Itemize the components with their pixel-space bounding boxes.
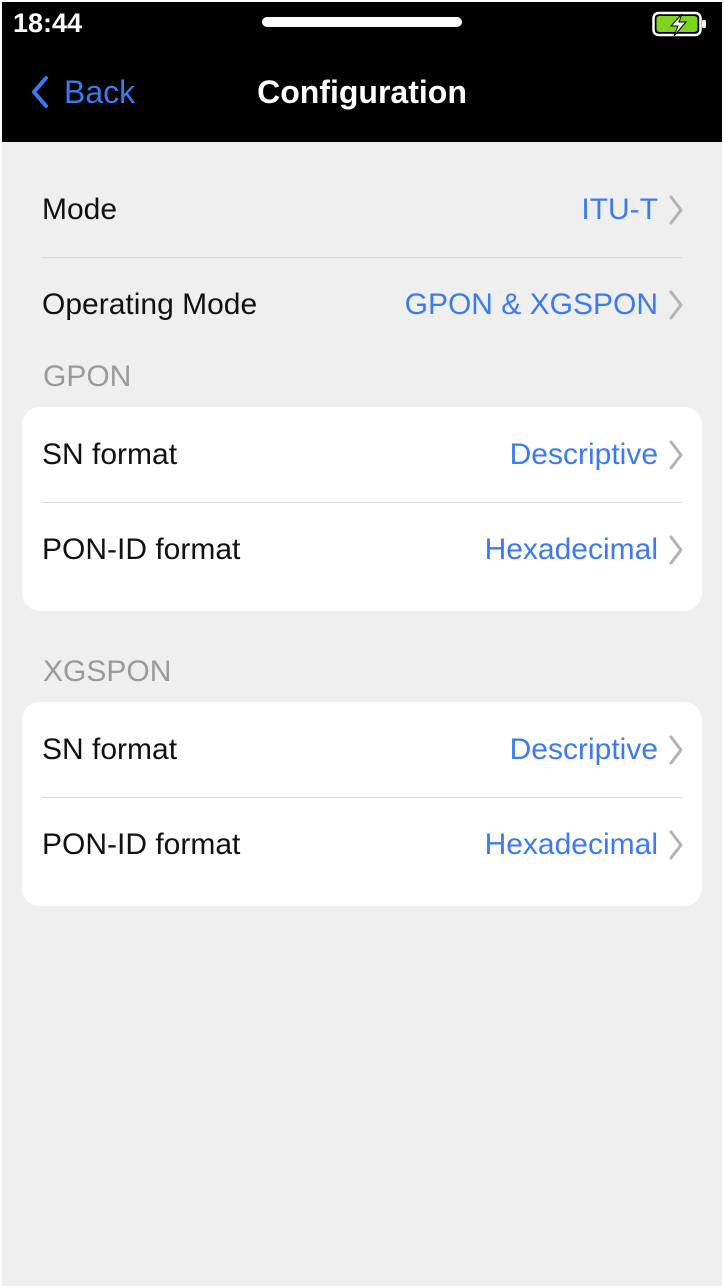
header: 18:44 Back Configuration <box>2 2 722 142</box>
gpon-sn-format-label: SN format <box>42 437 178 471</box>
gpon-pon-id-format-row[interactable]: PON-ID format Hexadecimal <box>22 502 702 597</box>
gpon-pon-id-format-value: Hexadecimal <box>484 532 658 566</box>
chevron-right-icon <box>669 830 683 859</box>
back-button[interactable]: Back <box>30 70 135 114</box>
mode-row[interactable]: Mode ITU-T <box>22 162 702 257</box>
xgspon-sn-format-row[interactable]: SN format Descriptive <box>22 702 702 797</box>
battery-charging-icon <box>652 11 706 37</box>
chevron-right-icon <box>669 535 683 564</box>
chevron-right-icon <box>669 290 683 319</box>
operating-mode-row[interactable]: Operating Mode GPON & XGSPON <box>22 257 702 352</box>
general-settings-group: Mode ITU-T Operating Mode GPON & XGSPON <box>22 162 702 352</box>
mode-value: ITU-T <box>581 192 658 226</box>
gpon-pon-id-format-label: PON-ID format <box>42 532 241 566</box>
status-time: 18:44 <box>13 8 83 38</box>
xgspon-sn-format-value: Descriptive <box>509 732 658 766</box>
operating-mode-label: Operating Mode <box>42 287 258 321</box>
configuration-screen: 18:44 Back Configuration Mode ITU-T Oper… <box>2 2 722 1286</box>
gpon-sn-format-value: Descriptive <box>509 437 658 471</box>
chevron-right-icon <box>669 195 683 224</box>
gpon-sn-format-row[interactable]: SN format Descriptive <box>22 407 702 502</box>
xgspon-pon-id-format-row[interactable]: PON-ID format Hexadecimal <box>22 797 702 892</box>
xgspon-section-title: XGSPON <box>43 655 172 688</box>
chevron-right-icon <box>669 440 683 469</box>
home-indicator <box>262 17 462 27</box>
mode-label: Mode <box>42 192 118 226</box>
xgspon-settings-card: SN format Descriptive PON-ID format Hexa… <box>22 702 702 906</box>
back-label: Back <box>64 73 136 110</box>
chevron-right-icon <box>669 735 683 764</box>
gpon-section-title: GPON <box>43 360 132 393</box>
xgspon-pon-id-format-label: PON-ID format <box>42 827 241 861</box>
operating-mode-value: GPON & XGSPON <box>404 287 658 321</box>
xgspon-pon-id-format-value: Hexadecimal <box>484 827 658 861</box>
xgspon-sn-format-label: SN format <box>42 732 178 766</box>
chevron-left-icon <box>32 76 48 108</box>
gpon-settings-card: SN format Descriptive PON-ID format Hexa… <box>22 407 702 611</box>
